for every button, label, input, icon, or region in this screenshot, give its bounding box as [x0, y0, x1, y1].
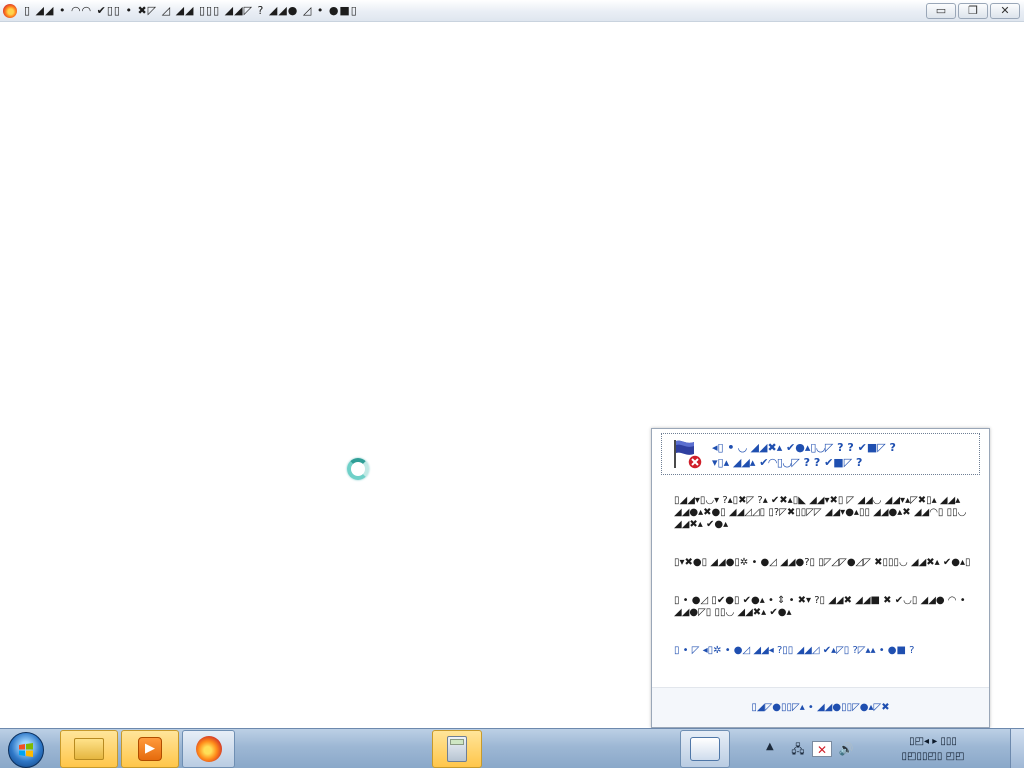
tray-action-center-icon[interactable]: ✕ [812, 741, 832, 757]
tray-error-x-icon: ✕ [816, 743, 828, 757]
play-icon: ▶ [138, 737, 162, 761]
calculator-icon [447, 736, 467, 762]
clock-date: ▯◰▯▯◰▯ ◰◰ [901, 751, 965, 762]
notification-balloon[interactable]: ◂▯ • ◡ ◢◢✖▴ ✔●▴▯◡◸ ? ? ✔■◸ ? ▾▯▴ ◢◢▴ ✔◠▯… [651, 428, 990, 728]
taskbar-network[interactable] [680, 730, 730, 768]
balloon-title[interactable]: ◂▯ • ◡ ◢◢✖▴ ✔●▴▯◡◸ ? ? ✔■◸ ? ▾▯▴ ◢◢▴ ✔◠▯… [712, 440, 974, 470]
show-desktop-button[interactable] [1010, 729, 1024, 768]
restore-button[interactable]: ❐ [958, 3, 988, 19]
balloon-message-3: ▯ • ●◿ ▯✔●▯ ✔●▴ • ⇕ • ✖▾ ?▯ ◢◢✖ ◢◢■ ✖ ✔◡… [674, 595, 966, 618]
minimize-button[interactable]: ▭ [926, 3, 956, 19]
taskbar: ▶ ▲ 🖧 ✕ 🔊 ▯◰◂ ▸ ▯▯▯ ▯◰▯▯◰▯ ◰◰ [0, 728, 1024, 768]
balloon-header[interactable]: ◂▯ • ◡ ◢◢✖▴ ✔●▴▯◡◸ ? ? ✔■◸ ? ▾▯▴ ◢◢▴ ✔◠▯… [661, 433, 980, 475]
firefox-icon [3, 4, 17, 18]
taskbar-calculator[interactable] [432, 730, 482, 768]
folder-icon [74, 738, 104, 760]
calculator-screen [450, 739, 464, 745]
balloon-title-line-1[interactable]: ◂▯ • ◡ ◢◢✖▴ ✔●▴▯◡◸ ? ? ✔■◸ ? [712, 440, 974, 455]
balloon-message-link[interactable]: ▯ • ◸ ◂▯✲ • ●◿ ◢◢◂ ?▯▯ ◢◢◿ ✔▴◸▯ ?◸▴▴ • ●… [674, 645, 974, 657]
close-button[interactable]: ✕ [990, 3, 1020, 19]
window-title-bar[interactable]: ▯ ◢◢ • ◠◠ ✔▯▯ • ✖◸ ◿ ◢◢ ▯▯▯ ◢◢◸ ? ◢◢● ◿ … [0, 0, 1024, 22]
tray-network-icon[interactable]: 🖧 [790, 741, 806, 757]
tray-volume-icon[interactable]: 🔊 [838, 741, 854, 757]
taskbar-clock[interactable]: ▯◰◂ ▸ ▯▯▯ ▯◰▯▯◰▯ ◰◰ [866, 734, 1000, 764]
taskbar-firefox[interactable] [182, 730, 235, 768]
clock-time: ▯◰◂ ▸ ▯▯▯ [909, 736, 957, 747]
start-button[interactable] [8, 732, 44, 768]
loading-spinner-icon [347, 458, 369, 480]
balloon-message-1: ▯◢◢▾▯◡▾ ?▴▯✖◸ ?▴ ✔✖▴▯◣ ◢◢▾✖▯ ◸ ◢◢◡ ◢◢▾▴◸… [674, 495, 967, 530]
window-title: ▯ ◢◢ • ◠◠ ✔▯▯ • ✖◸ ◿ ◢◢ ▯▯▯ ◢◢◸ ? ◢◢● ◿ … [24, 4, 358, 17]
balloon-message-2: ▯▾✖●▯ ◢◢●▯✲ • ●◿ ◢◢●?▯ ▯◸◿◸●◿◸ ✖▯▯▯◡ ◢◢✖… [674, 557, 971, 568]
windows-start-icon [19, 743, 33, 757]
taskbar-windows-explorer[interactable] [60, 730, 118, 768]
balloon-footer: ▯◢◸●▯▯◸▴ • ◢◢●▯▯◸●▴◸✖ [652, 687, 989, 727]
firefox-icon [195, 736, 222, 762]
taskbar-media-player[interactable]: ▶ [121, 730, 179, 768]
balloon-title-line-2[interactable]: ▾▯▴ ◢◢▴ ✔◠▯◡◸ ? ? ✔■◸ ? [712, 455, 974, 470]
action-center-flag-error-icon [674, 440, 703, 470]
show-hidden-icons-button[interactable]: ▲ [766, 741, 774, 752]
open-action-center-link[interactable]: ▯◢◸●▯▯◸▴ • ◢◢●▯▯◸●▴◸✖ [652, 702, 989, 713]
network-icon [690, 737, 720, 761]
